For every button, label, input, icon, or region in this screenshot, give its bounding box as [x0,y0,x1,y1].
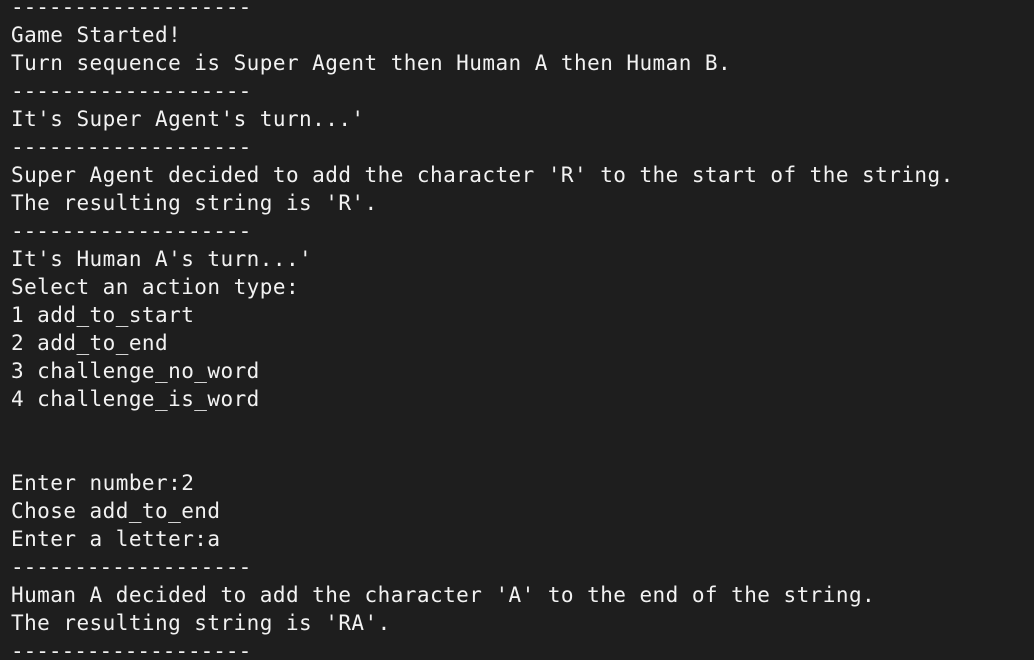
separator-line: ------------------- [11,79,252,103]
action-option-line: 3 challenge_no_word [11,359,260,383]
turn-announcement-line: It's Super Agent's turn...' [11,107,365,131]
separator-line: ------------------- [11,0,252,19]
action-prompt-line: Select an action type: [11,275,300,299]
separator-line: ------------------- [11,555,252,579]
human-action-line: Human A decided to add the character 'A'… [11,583,876,607]
separator-line: ------------------- [11,219,252,243]
action-option-line: 4 challenge_is_word [11,387,260,411]
resulting-string-line: The resulting string is 'RA'. [11,611,391,635]
terminal-output: ------------------- Game Started! Turn s… [11,0,1031,660]
turn-announcement-line: It's Human A's turn...' [11,247,313,271]
separator-line: ------------------- [11,135,252,159]
letter-input-line: Enter a letter:a [11,527,221,551]
number-input-line: Enter number:2 [11,471,195,495]
chosen-action-line: Chose add_to_end [11,499,221,523]
resulting-string-line: The resulting string is 'R'. [11,191,378,215]
agent-action-line: Super Agent decided to add the character… [11,163,954,187]
game-started-line: Game Started! [11,23,182,47]
action-option-line: 2 add_to_end [11,331,169,355]
turn-sequence-line: Turn sequence is Super Agent then Human … [11,51,732,75]
terminal-window[interactable]: ------------------- Game Started! Turn s… [0,0,1034,660]
action-option-line: 1 add_to_start [11,303,195,327]
separator-line: ------------------- [11,639,252,660]
